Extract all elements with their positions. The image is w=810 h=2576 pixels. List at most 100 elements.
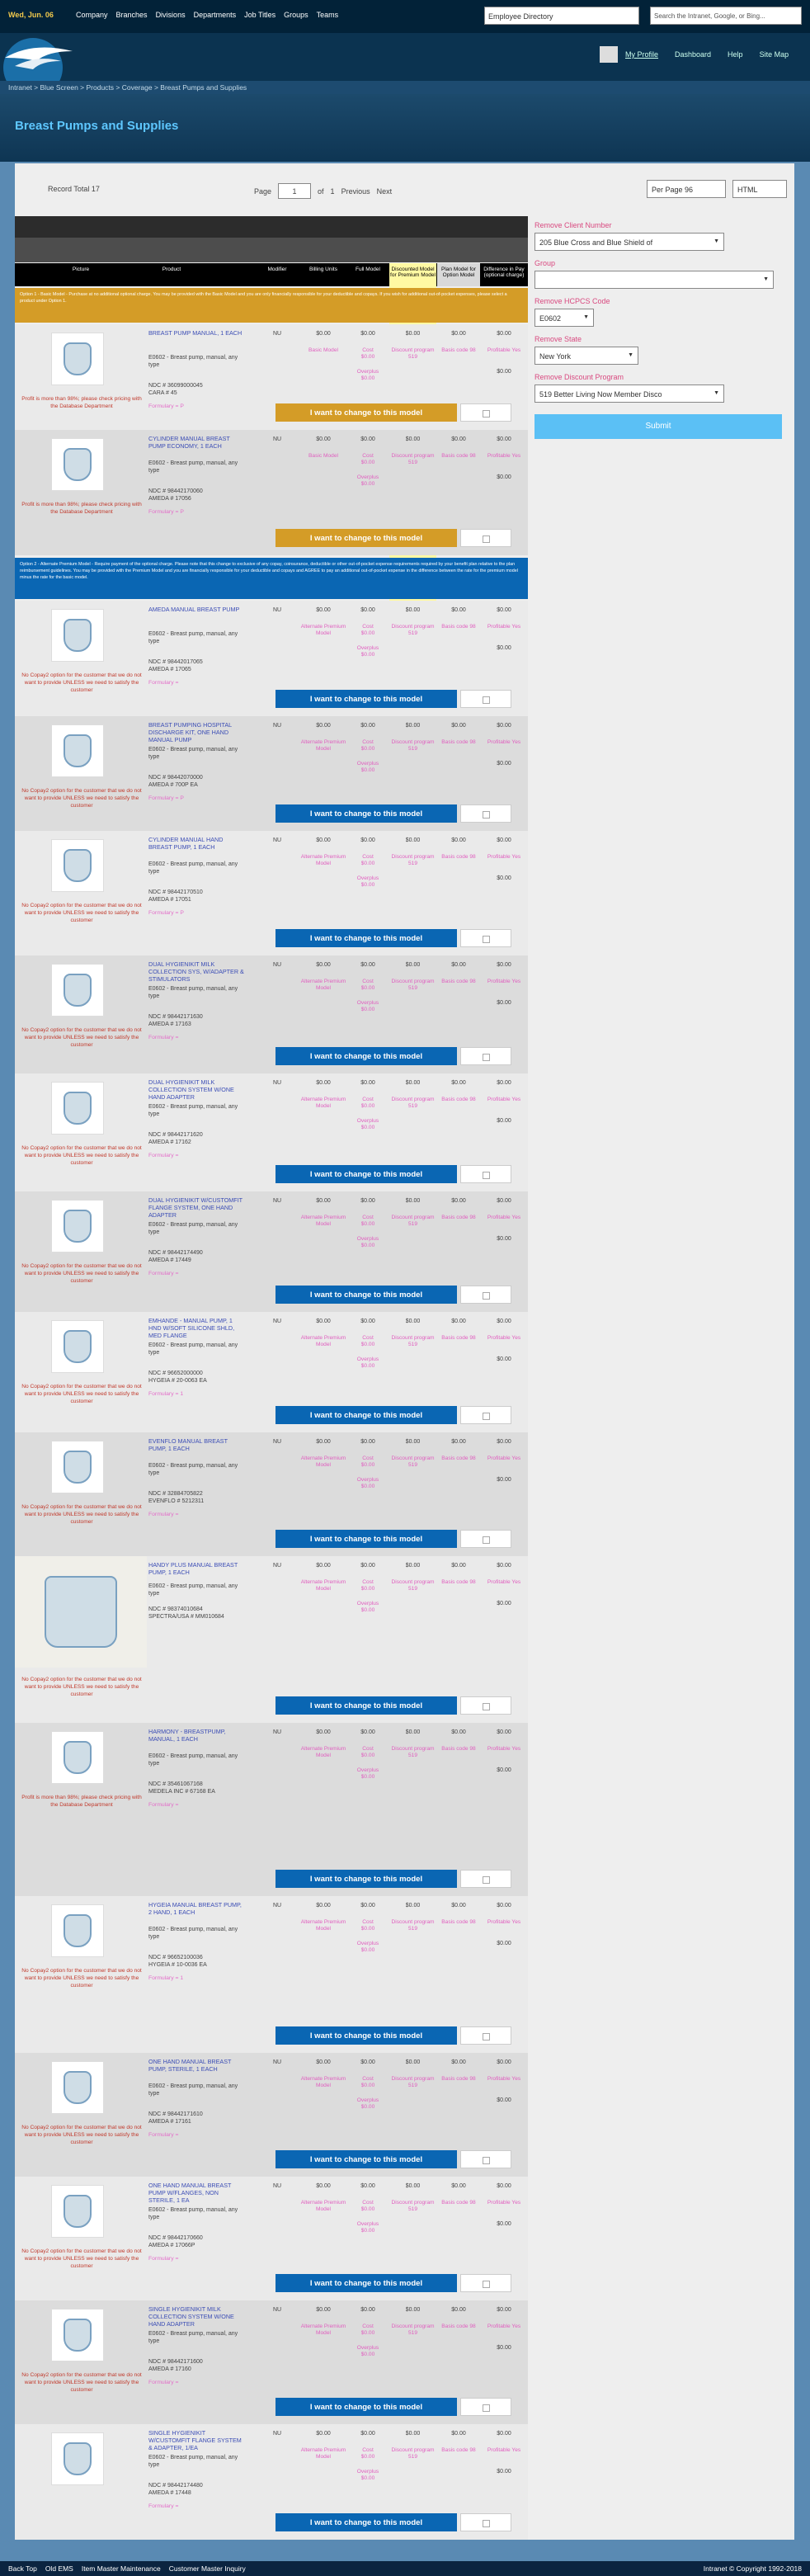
submit-button[interactable]: Submit [535, 414, 782, 439]
change-model-button[interactable]: I want to change to this model [275, 2026, 457, 2045]
change-model-button[interactable]: I want to change to this model [275, 2150, 457, 2168]
cost-value: $0.00 [360, 1342, 375, 1347]
page-number-input[interactable]: 1 [278, 183, 312, 199]
change-model-button[interactable]: I want to change to this model [275, 2513, 457, 2531]
select-checkbox[interactable] [483, 811, 490, 819]
dashboard-link[interactable]: Dashboard [675, 50, 711, 59]
select-checkbox[interactable] [483, 1172, 490, 1179]
product-name-link[interactable]: DUAL HYGIENIKIT MILK COLLECTION SYSTEM W… [148, 1078, 246, 1101]
product-name-link[interactable]: DUAL HYGIENIKIT MILK COLLECTION SYS, W/A… [148, 960, 246, 983]
product-vendor: HYGEIA # 20-0063 EA [148, 1378, 207, 1384]
product-name-link[interactable]: EVENFLO MANUAL BREAST PUMP, 1 EACH [148, 1437, 246, 1452]
product-name-link[interactable]: DUAL HYGIENIKIT W/CUSTOMFIT FLANGE SYSTE… [148, 1196, 246, 1219]
change-model-button[interactable]: I want to change to this model [275, 804, 457, 823]
product-name-link[interactable]: ONE HAND MANUAL BREAST PUMP, STERILE, 1 … [148, 2058, 246, 2073]
cost-value: $0.00 [360, 1586, 375, 1592]
select-checkbox[interactable] [483, 2520, 490, 2527]
product-name-link[interactable]: BREAST PUMPING HOSPITAL DISCHARGE KIT, O… [148, 721, 246, 743]
discount-program: Discount program 519 [391, 1746, 435, 1758]
client-select[interactable]: 205 Blue Cross and Blue Shield of [535, 233, 724, 251]
overplus-value: $0.00 [360, 767, 375, 773]
product-name-link[interactable]: AMEDA MANUAL BREAST PUMP [148, 606, 246, 613]
per-page-select[interactable]: Per Page 96 [647, 180, 726, 198]
old-ems-link[interactable]: Old EMS [45, 2564, 73, 2573]
my-profile-link[interactable]: My Profile [625, 50, 658, 59]
profile-icon[interactable] [600, 46, 618, 63]
model-type: Alternate Premium Model [300, 1455, 346, 1468]
change-model-button[interactable]: I want to change to this model [275, 1286, 457, 1304]
discounted-value: $0.00 [405, 607, 421, 613]
select-checkbox[interactable] [483, 410, 490, 418]
select-checkbox[interactable] [483, 1292, 490, 1300]
model-type: Alternate Premium Model [300, 2447, 346, 2460]
plan-model-value: $0.00 [451, 723, 466, 729]
table-row: No Copay2 option for the customer that w… [15, 601, 528, 716]
change-model-button[interactable]: I want to change to this model [275, 1870, 457, 1888]
change-model-button[interactable]: I want to change to this model [275, 403, 457, 422]
group-input[interactable] [535, 271, 774, 289]
state-select[interactable]: New York [535, 347, 638, 365]
product-name-link[interactable]: CYLINDER MANUAL HAND BREAST PUMP, 1 EACH [148, 836, 246, 851]
select-checkbox[interactable] [483, 2404, 490, 2412]
product-name-link[interactable]: HYGEIA MANUAL BREAST PUMP, 2 HAND, 1 EAC… [148, 1901, 246, 1916]
previous-link[interactable]: Previous [341, 187, 370, 196]
product-name-link[interactable]: HARMONY - BREASTPUMP, MANUAL, 1 EACH [148, 1728, 246, 1743]
select-checkbox[interactable] [483, 1876, 490, 1884]
select-checkbox[interactable] [483, 1054, 490, 1061]
change-model-button[interactable]: I want to change to this model [275, 529, 457, 547]
table-row: No Copay2 option for the customer that w… [15, 2177, 528, 2300]
change-model-button[interactable]: I want to change to this model [275, 690, 457, 708]
product-name-link[interactable]: EMHANDE - MANUAL PUMP, 1 HND W/SOFT SILI… [148, 1317, 246, 1339]
customer-master-link[interactable]: Customer Master Inquiry [169, 2564, 246, 2573]
change-model-button[interactable]: I want to change to this model [275, 1406, 457, 1424]
nav-groups[interactable]: Groups [284, 11, 308, 19]
next-link[interactable]: Next [377, 187, 393, 196]
change-model-button[interactable]: I want to change to this model [275, 1696, 457, 1715]
select-checkbox[interactable] [483, 1703, 490, 1710]
model-type: Alternate Premium Model [300, 1579, 346, 1592]
cost-label: Cost [362, 1097, 374, 1102]
back-top-link[interactable]: Back Top [8, 2564, 37, 2573]
breadcrumb[interactable]: Intranet > Blue Screen > Products > Cove… [0, 81, 810, 94]
select-checkbox[interactable] [483, 535, 490, 543]
product-name-link[interactable]: ONE HAND MANUAL BREAST PUMP W/FLANGES, N… [148, 2182, 246, 2204]
item-master-link[interactable]: Item Master Maintenance [82, 2564, 161, 2573]
employee-directory-input[interactable]: Employee Directory [484, 7, 639, 25]
full-model-value: $0.00 [360, 837, 375, 843]
hcpcs-select[interactable]: E0602 [535, 309, 594, 327]
nav-branches[interactable]: Branches [116, 11, 148, 19]
product-name-link[interactable]: CYLINDER MANUAL BREAST PUMP ECONOMY, 1 E… [148, 435, 246, 450]
format-select[interactable]: HTML [732, 180, 787, 198]
change-model-button[interactable]: I want to change to this model [275, 2398, 457, 2416]
select-checkbox[interactable] [483, 696, 490, 704]
nav-company[interactable]: Company [76, 11, 108, 19]
product-name-link[interactable]: HANDY PLUS MANUAL BREAST PUMP, 1 EACH [148, 1561, 246, 1576]
product-name-link[interactable]: BREAST PUMP MANUAL, 1 EACH [148, 329, 246, 337]
select-checkbox[interactable] [483, 2033, 490, 2041]
change-model-button[interactable]: I want to change to this model [275, 1047, 457, 1065]
nav-departments[interactable]: Departments [194, 11, 237, 19]
search-input[interactable]: Search the Intranet, Google, or Bing... [650, 7, 802, 25]
discount-program: Discount program 519 [391, 2200, 435, 2212]
product-name-link[interactable]: SINGLE HYGIENIKIT W/CUSTOMFIT FLANGE SYS… [148, 2429, 246, 2451]
change-model-button[interactable]: I want to change to this model [275, 1530, 457, 1548]
select-checkbox[interactable] [483, 936, 490, 943]
change-model-button[interactable]: I want to change to this model [275, 1165, 457, 1183]
change-model-button[interactable]: I want to change to this model [275, 929, 457, 947]
product-vendor: AMEDA # 17162 [148, 1139, 191, 1145]
select-checkbox[interactable] [483, 1536, 490, 1544]
overplus-label: Overplus [356, 2469, 379, 2475]
select-checkbox[interactable] [483, 1413, 490, 1420]
site-map-link[interactable]: Site Map [760, 50, 789, 59]
nav-teams[interactable]: Teams [317, 11, 339, 19]
discount-program: Discount program 519 [391, 347, 435, 360]
help-link[interactable]: Help [728, 50, 743, 59]
select-checkbox[interactable] [483, 2281, 490, 2288]
discount-select[interactable]: 519 Better Living Now Member Disco [535, 385, 724, 403]
product-name-link[interactable]: SINGLE HYGIENIKIT MILK COLLECTION SYSTEM… [148, 2305, 246, 2328]
select-checkbox[interactable] [483, 2157, 490, 2164]
change-model-button[interactable]: I want to change to this model [275, 2274, 457, 2292]
nav-job-titles[interactable]: Job Titles [244, 11, 275, 19]
nav-divisions[interactable]: Divisions [156, 11, 186, 19]
billing-units-value: $0.00 [316, 1729, 331, 1735]
